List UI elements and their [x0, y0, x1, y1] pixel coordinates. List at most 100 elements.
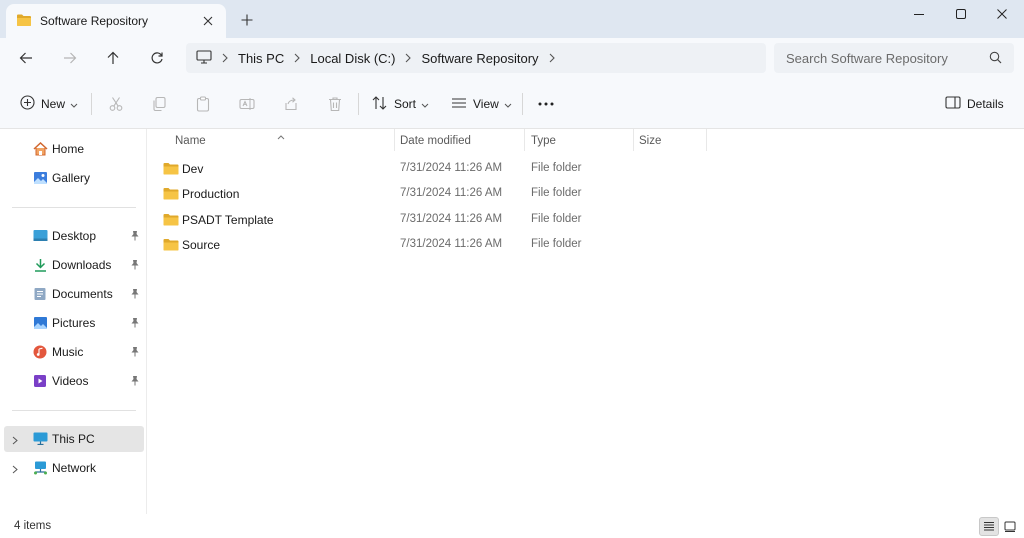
sidebar-item-home[interactable]: Home	[4, 136, 144, 162]
folder-icon	[163, 187, 179, 203]
sidebar-item-pictures[interactable]: Pictures	[4, 310, 144, 336]
home-icon	[33, 141, 48, 159]
command-bar: New Sort View Details	[0, 79, 1024, 129]
file-name: Dev	[182, 162, 204, 176]
column-header-date-modified[interactable]: Date modified	[400, 129, 524, 153]
view-button[interactable]: View	[451, 91, 512, 117]
toolbar-divider	[358, 93, 359, 115]
chevron-right-icon	[222, 53, 228, 63]
sidebar-item-music[interactable]: Music	[4, 339, 144, 365]
column-header-size[interactable]: Size	[639, 129, 705, 153]
tab-title: Software Repository	[40, 14, 149, 28]
maximize-icon[interactable]	[938, 0, 984, 28]
breadcrumb-software-repository[interactable]: Software Repository	[421, 51, 538, 66]
folder-icon	[163, 162, 179, 178]
pin-icon[interactable]	[130, 259, 140, 273]
search-input[interactable]	[786, 50, 982, 66]
table-row[interactable]: Source 7/31/2024 11:26 AM File folder	[159, 232, 699, 257]
details-view-icon[interactable]	[979, 517, 999, 536]
details-label: Details	[967, 97, 1004, 111]
pin-icon[interactable]	[130, 346, 140, 360]
chevron-right-icon	[294, 53, 301, 63]
delete-icon[interactable]	[323, 92, 347, 116]
toolbar-divider	[522, 93, 523, 115]
column-divider[interactable]	[524, 129, 525, 151]
file-list: Name Date modified Type Size Dev 7/31/20…	[147, 129, 1024, 514]
pin-icon[interactable]	[130, 230, 140, 244]
folder-icon	[163, 238, 179, 254]
breadcrumb-this-pc[interactable]: This PC	[238, 51, 284, 66]
sort-icon	[372, 95, 388, 113]
sidebar-item-gallery[interactable]: Gallery	[4, 165, 144, 191]
sidebar-item-label: Music	[52, 345, 84, 359]
column-divider[interactable]	[633, 129, 634, 151]
table-row[interactable]: PSADT Template 7/31/2024 11:26 AM File f…	[159, 207, 699, 232]
file-date-modified: 7/31/2024 11:26 AM	[400, 213, 503, 225]
column-header-type[interactable]: Type	[531, 129, 631, 153]
table-row[interactable]: Dev 7/31/2024 11:26 AM File folder	[159, 156, 699, 181]
file-name: PSADT Template	[182, 213, 274, 227]
column-divider[interactable]	[706, 129, 707, 151]
sidebar-item-desktop[interactable]: Desktop	[4, 223, 144, 249]
music-icon	[33, 345, 47, 362]
folder-icon	[163, 213, 179, 229]
documents-icon	[33, 287, 47, 304]
column-divider[interactable]	[394, 129, 395, 151]
chevron-right-icon[interactable]	[549, 53, 555, 63]
sidebar-item-this-pc[interactable]: This PC	[4, 426, 144, 452]
toolbar-divider	[91, 93, 92, 115]
file-type: File folder	[531, 238, 582, 250]
sidebar-item-label: Videos	[52, 374, 89, 388]
details-pane-button[interactable]: Details	[945, 91, 1004, 117]
this-pc-icon	[33, 432, 48, 448]
up-icon[interactable]	[99, 45, 127, 71]
column-header-name[interactable]: Name	[175, 129, 395, 153]
refresh-icon[interactable]	[143, 45, 171, 71]
file-name: Production	[182, 187, 240, 201]
search-icon[interactable]	[989, 51, 1002, 67]
title-bar: Software Repository	[0, 0, 1024, 38]
videos-icon	[33, 374, 47, 391]
chevron-right-icon[interactable]	[12, 463, 18, 477]
address-bar[interactable]: This PC Local Disk (C:) Software Reposit…	[186, 43, 766, 73]
sidebar-item-network[interactable]: Network	[4, 455, 144, 481]
chevron-down-icon	[70, 97, 78, 111]
sidebar-item-downloads[interactable]: Downloads	[4, 252, 144, 278]
sidebar-item-label: Pictures	[52, 316, 96, 330]
breadcrumb-local-disk[interactable]: Local Disk (C:)	[310, 51, 395, 66]
file-name: Source	[182, 238, 221, 252]
sidebar-item-label: Home	[52, 142, 85, 156]
sidebar-item-label: Desktop	[52, 229, 97, 243]
copy-icon[interactable]	[147, 92, 171, 116]
more-options-icon[interactable]	[534, 92, 558, 116]
sidebar-item-label: Gallery	[52, 171, 91, 185]
share-icon[interactable]	[279, 92, 303, 116]
pin-icon[interactable]	[130, 288, 140, 302]
sort-button[interactable]: Sort	[372, 91, 429, 117]
back-icon[interactable]	[12, 45, 40, 71]
downloads-icon	[33, 258, 48, 275]
close-icon[interactable]	[979, 0, 1024, 28]
sidebar-item-videos[interactable]: Videos	[4, 368, 144, 394]
large-icons-view-icon[interactable]	[1000, 517, 1020, 536]
new-label: New	[41, 97, 66, 111]
tab-software-repository[interactable]: Software Repository	[6, 4, 226, 38]
minimize-icon[interactable]	[896, 0, 942, 28]
pictures-icon	[33, 316, 48, 333]
pin-icon[interactable]	[130, 375, 140, 389]
new-tab-icon[interactable]	[238, 11, 256, 29]
cut-icon[interactable]	[104, 92, 128, 116]
paste-icon[interactable]	[191, 92, 215, 116]
chevron-right-icon[interactable]	[12, 434, 18, 448]
pin-icon[interactable]	[130, 317, 140, 331]
table-row[interactable]: Production 7/31/2024 11:26 AM File folde…	[159, 181, 699, 206]
forward-icon[interactable]	[56, 45, 84, 71]
close-tab-icon[interactable]	[200, 13, 216, 29]
file-type: File folder	[531, 162, 582, 174]
sidebar-item-label: This PC	[52, 432, 95, 446]
rename-icon[interactable]	[235, 92, 259, 116]
navigation-pane: Home Gallery Desktop Downloads Documents	[0, 129, 147, 514]
new-button[interactable]: New	[20, 91, 78, 117]
sidebar-item-documents[interactable]: Documents	[4, 281, 144, 307]
chevron-down-icon	[504, 97, 512, 111]
